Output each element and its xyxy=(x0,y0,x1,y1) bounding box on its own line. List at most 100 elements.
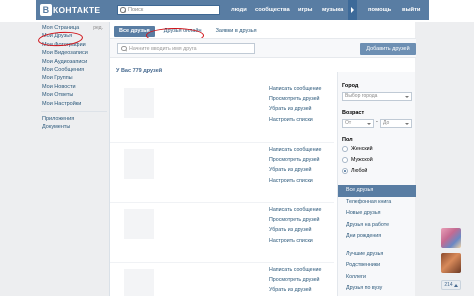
nav-people[interactable]: люди xyxy=(231,0,247,20)
view-friends-link[interactable]: Просмотреть друзей xyxy=(269,215,321,225)
nav-communities[interactable]: сообщества xyxy=(255,0,290,20)
friend-search-placeholder: Начните вводить имя друга xyxy=(129,45,197,52)
list-relatives[interactable]: Родственники xyxy=(338,260,416,272)
view-friends-link[interactable]: Просмотреть друзей xyxy=(269,155,321,165)
sex-option-label: Мужской xyxy=(351,157,373,163)
filter-row: Начните вводить имя друга Добавить друзе… xyxy=(110,38,416,58)
remove-friend-link[interactable]: Убрать из друзей xyxy=(269,225,321,235)
friend-row: Написать сообщение Просмотреть друзей Уб… xyxy=(110,262,334,296)
add-friends-button[interactable]: Добавить друзей xyxy=(360,43,416,55)
menu-my-page-label: Моя Страница xyxy=(42,25,80,31)
friend-avatar[interactable] xyxy=(124,88,154,118)
remove-friend-link[interactable]: Убрать из друзей xyxy=(269,104,321,114)
write-message-link[interactable]: Написать сообщение xyxy=(269,265,321,275)
sex-option-label: Любой xyxy=(351,168,368,174)
view-friends-link[interactable]: Просмотреть друзей xyxy=(269,94,321,104)
online-friend-avatar[interactable] xyxy=(441,253,461,273)
friend-avatar[interactable] xyxy=(124,149,154,179)
tab-friend-requests[interactable]: Заявки в друзья xyxy=(211,26,262,37)
chevron-down-icon xyxy=(405,95,409,98)
online-friend-avatar[interactable] xyxy=(441,228,461,248)
nav-games[interactable]: игры xyxy=(298,0,312,20)
write-message-link[interactable]: Написать сообщение xyxy=(269,145,321,155)
friend-row: Написать сообщение Просмотреть друзей Уб… xyxy=(110,202,334,248)
age-dash: - xyxy=(376,119,378,125)
view-friends-link[interactable]: Просмотреть друзей xyxy=(269,275,321,285)
menu-my-audios[interactable]: Мои Аудиозаписи xyxy=(41,58,107,66)
nav-help[interactable]: помощь xyxy=(368,0,391,20)
friend-row: Написать сообщение Просмотреть друзей Уб… xyxy=(110,82,334,128)
radio-icon xyxy=(342,146,348,152)
menu-my-news[interactable]: Мои Новости xyxy=(41,83,107,91)
list-best-friends[interactable]: Лучшие друзья xyxy=(338,249,416,261)
list-birthdays[interactable]: Дни рождения xyxy=(338,231,416,243)
sex-option-any[interactable]: Любой xyxy=(342,168,367,174)
age-from-value: От xyxy=(345,120,352,126)
list-work-friends[interactable]: Друзья на работе xyxy=(338,220,416,232)
chevron-down-icon xyxy=(405,122,409,125)
setup-lists-link[interactable]: Настроить списки xyxy=(269,236,321,246)
search-icon xyxy=(120,7,126,13)
top-header: В КОНТАКТЕ Поиск люди сообщества игры му… xyxy=(0,0,474,22)
city-select[interactable]: Выбор города xyxy=(342,92,412,101)
age-label: Возраст xyxy=(342,110,365,116)
friend-avatar[interactable] xyxy=(124,269,154,296)
remove-friend-link[interactable]: Убрать из друзей xyxy=(269,165,321,175)
remove-friend-link[interactable]: Убрать из друзей xyxy=(269,285,321,295)
friends-tabs: Все друзья Друзья онлайн Заявки в друзья xyxy=(114,26,262,43)
online-count-badge[interactable]: 214 xyxy=(441,280,461,290)
friend-name-search[interactable]: Начните вводить имя друга xyxy=(117,43,255,54)
setup-lists-link[interactable]: Настроить списки xyxy=(269,176,321,186)
radio-checked-icon xyxy=(342,168,348,174)
list-university-friends[interactable]: Друзья по вузу xyxy=(338,283,416,295)
setup-lists-link[interactable]: Настроить списки xyxy=(269,115,321,125)
sex-option-label: Женский xyxy=(351,146,373,152)
list-phone-book[interactable]: Телефонная книга xyxy=(338,197,416,209)
list-new-friends[interactable]: Новые друзья xyxy=(338,208,416,220)
sex-option-female[interactable]: Женский xyxy=(342,146,373,152)
friend-actions: Написать сообщение Просмотреть друзей Уб… xyxy=(269,145,321,186)
friend-lists: Все друзья Телефонная книга Новые друзья… xyxy=(338,185,416,295)
logo-letter: В xyxy=(40,4,52,16)
friend-actions: Написать сообщение Просмотреть друзей Уб… xyxy=(269,265,321,296)
city-select-value: Выбор города xyxy=(345,93,378,99)
online-count: 214 xyxy=(444,282,453,288)
nav-logout[interactable]: выйти xyxy=(402,0,420,20)
menu-my-page[interactable]: Моя Страница ред. xyxy=(41,24,107,32)
friend-row: Написать сообщение Просмотреть друзей Уб… xyxy=(110,142,334,188)
header-bar: В КОНТАКТЕ Поиск люди сообщества игры му… xyxy=(36,0,429,20)
city-label: Город xyxy=(342,83,359,89)
write-message-link[interactable]: Написать сообщение xyxy=(269,205,321,215)
list-colleagues[interactable]: Коллеги xyxy=(338,272,416,284)
age-to-value: До xyxy=(383,120,390,126)
menu-my-settings[interactable]: Мои Настройки xyxy=(41,100,107,108)
sex-option-male[interactable]: Мужской xyxy=(342,157,373,163)
music-play-icon[interactable] xyxy=(348,0,357,20)
logo-text: КОНТАКТЕ xyxy=(53,5,101,15)
header-search-input[interactable]: Поиск xyxy=(117,5,220,15)
chevron-down-icon xyxy=(367,122,371,125)
friend-actions: Написать сообщение Просмотреть друзей Уб… xyxy=(269,205,321,246)
friend-actions: Написать сообщение Просмотреть друзей Уб… xyxy=(269,84,321,125)
sex-label: Пол xyxy=(342,137,353,143)
vk-logo[interactable]: В КОНТАКТЕ xyxy=(40,3,100,17)
age-to-select[interactable]: До xyxy=(380,119,412,128)
friend-avatar[interactable] xyxy=(124,209,154,239)
radio-icon xyxy=(342,157,348,163)
menu-documents[interactable]: Документы xyxy=(41,123,107,131)
friends-count: У Вас 779 друзей xyxy=(116,68,163,74)
menu-my-messages[interactable]: Мои Сообщения xyxy=(41,66,107,74)
menu-divider xyxy=(41,110,107,112)
menu-apps[interactable]: Приложения xyxy=(41,115,107,123)
menu-my-answers[interactable]: Мои Ответы xyxy=(41,91,107,99)
menu-my-groups[interactable]: Мои Группы xyxy=(41,74,107,82)
age-from-select[interactable]: От xyxy=(342,119,374,128)
menu-my-videos[interactable]: Мои Видеозаписи xyxy=(41,49,107,57)
nav-music[interactable]: музыка xyxy=(322,0,343,20)
arrow-up-icon xyxy=(453,283,458,287)
write-message-link[interactable]: Написать сообщение xyxy=(269,84,321,94)
menu-edit-link[interactable]: ред. xyxy=(93,24,103,32)
friends-filter-panel: Город Выбор города Возраст От - До Пол Ж… xyxy=(337,72,416,296)
list-all-friends[interactable]: Все друзья xyxy=(338,185,416,197)
search-icon xyxy=(121,45,127,52)
